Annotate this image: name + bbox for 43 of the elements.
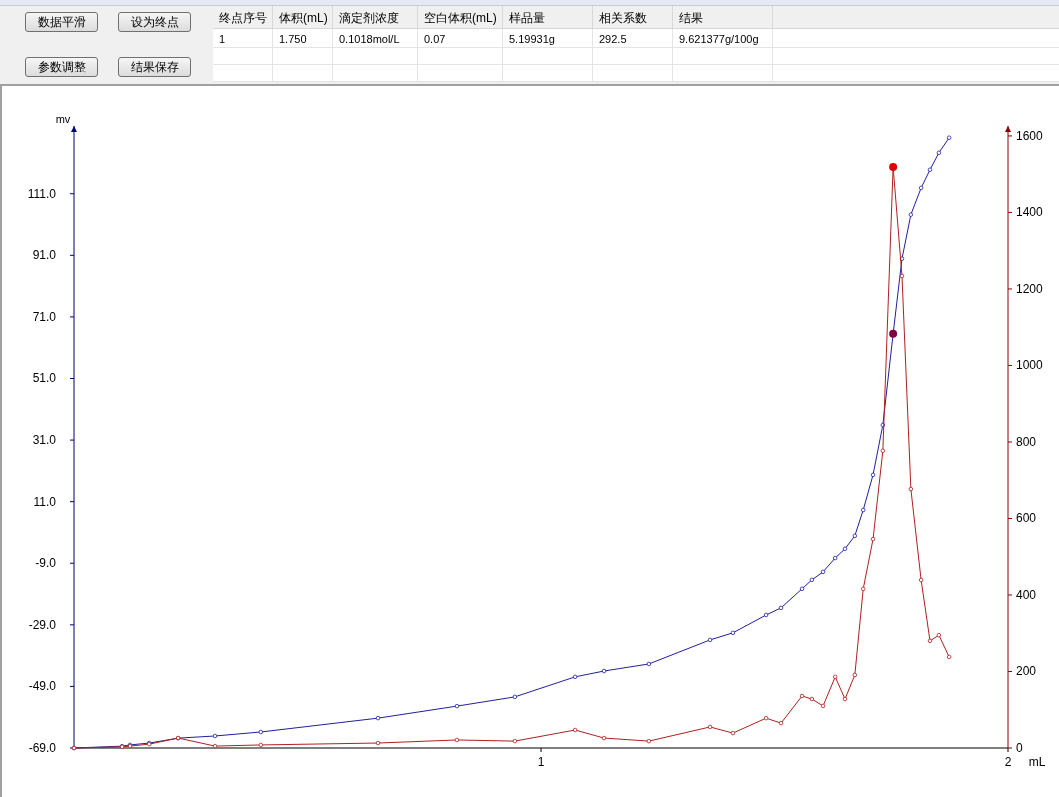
column-header: 样品量	[503, 6, 593, 28]
y-tick-label: -49.0	[28, 679, 56, 694]
endpoint-marker	[889, 162, 898, 171]
column-header: 结果	[673, 6, 773, 28]
table-cell: 0.07	[418, 29, 503, 47]
table-cell: 292.5	[593, 29, 673, 47]
table-cell: 9.621377g/100g	[673, 29, 773, 47]
y-tick-label: 91.0	[32, 248, 56, 263]
column-header: 相关系数	[593, 6, 673, 28]
y-tick-label: -9.0	[35, 556, 56, 571]
y-tick-label: 31.0	[32, 433, 56, 448]
endpoint-marker	[889, 329, 898, 338]
table-cell: 1.750	[273, 29, 333, 47]
y-tick-label: -29.0	[28, 617, 56, 632]
y-tick-label: 71.0	[32, 309, 56, 324]
toolbar-button[interactable]: 数据平滑	[25, 12, 98, 32]
y2-tick-label: 1000	[1016, 358, 1043, 373]
column-header: 空白体积(mL)	[418, 6, 503, 28]
y2-tick-label: 800	[1016, 434, 1037, 449]
y2-tick-label: 200	[1016, 664, 1037, 679]
table-cell: 5.19931g	[503, 29, 593, 47]
column-header: 终点序号	[213, 6, 273, 28]
y2-tick-label: 1400	[1016, 205, 1043, 220]
column-header: 体积(mL)	[273, 6, 333, 28]
y2-tick-label: 0	[1016, 741, 1023, 755]
y-axis-label: mv	[55, 113, 71, 125]
column-header: 滴定剂浓度	[333, 6, 418, 28]
toolbar-button[interactable]: 参数调整	[25, 56, 98, 77]
y-tick-label: 51.0	[32, 371, 56, 386]
x-axis-label: mL	[1028, 755, 1046, 769]
y-tick-label: -69.0	[28, 741, 56, 755]
y-tick-label: 11.0	[33, 494, 56, 509]
x-tick-label: 1	[537, 755, 545, 769]
y2-tick-label: 1600	[1016, 128, 1043, 143]
table-cell: 1	[213, 29, 273, 47]
y2-tick-label: 600	[1016, 511, 1037, 526]
y-tick-label: 111.0	[27, 186, 56, 201]
x-tick-label: 2	[1004, 755, 1012, 769]
toolbar-button[interactable]: 结果保存	[118, 56, 191, 77]
y2-tick-label: 400	[1016, 588, 1037, 602]
table-cell: 0.1018mol/L	[333, 29, 418, 47]
toolbar-button[interactable]: 设为终点	[118, 12, 191, 32]
y2-tick-label: 1200	[1016, 281, 1043, 296]
